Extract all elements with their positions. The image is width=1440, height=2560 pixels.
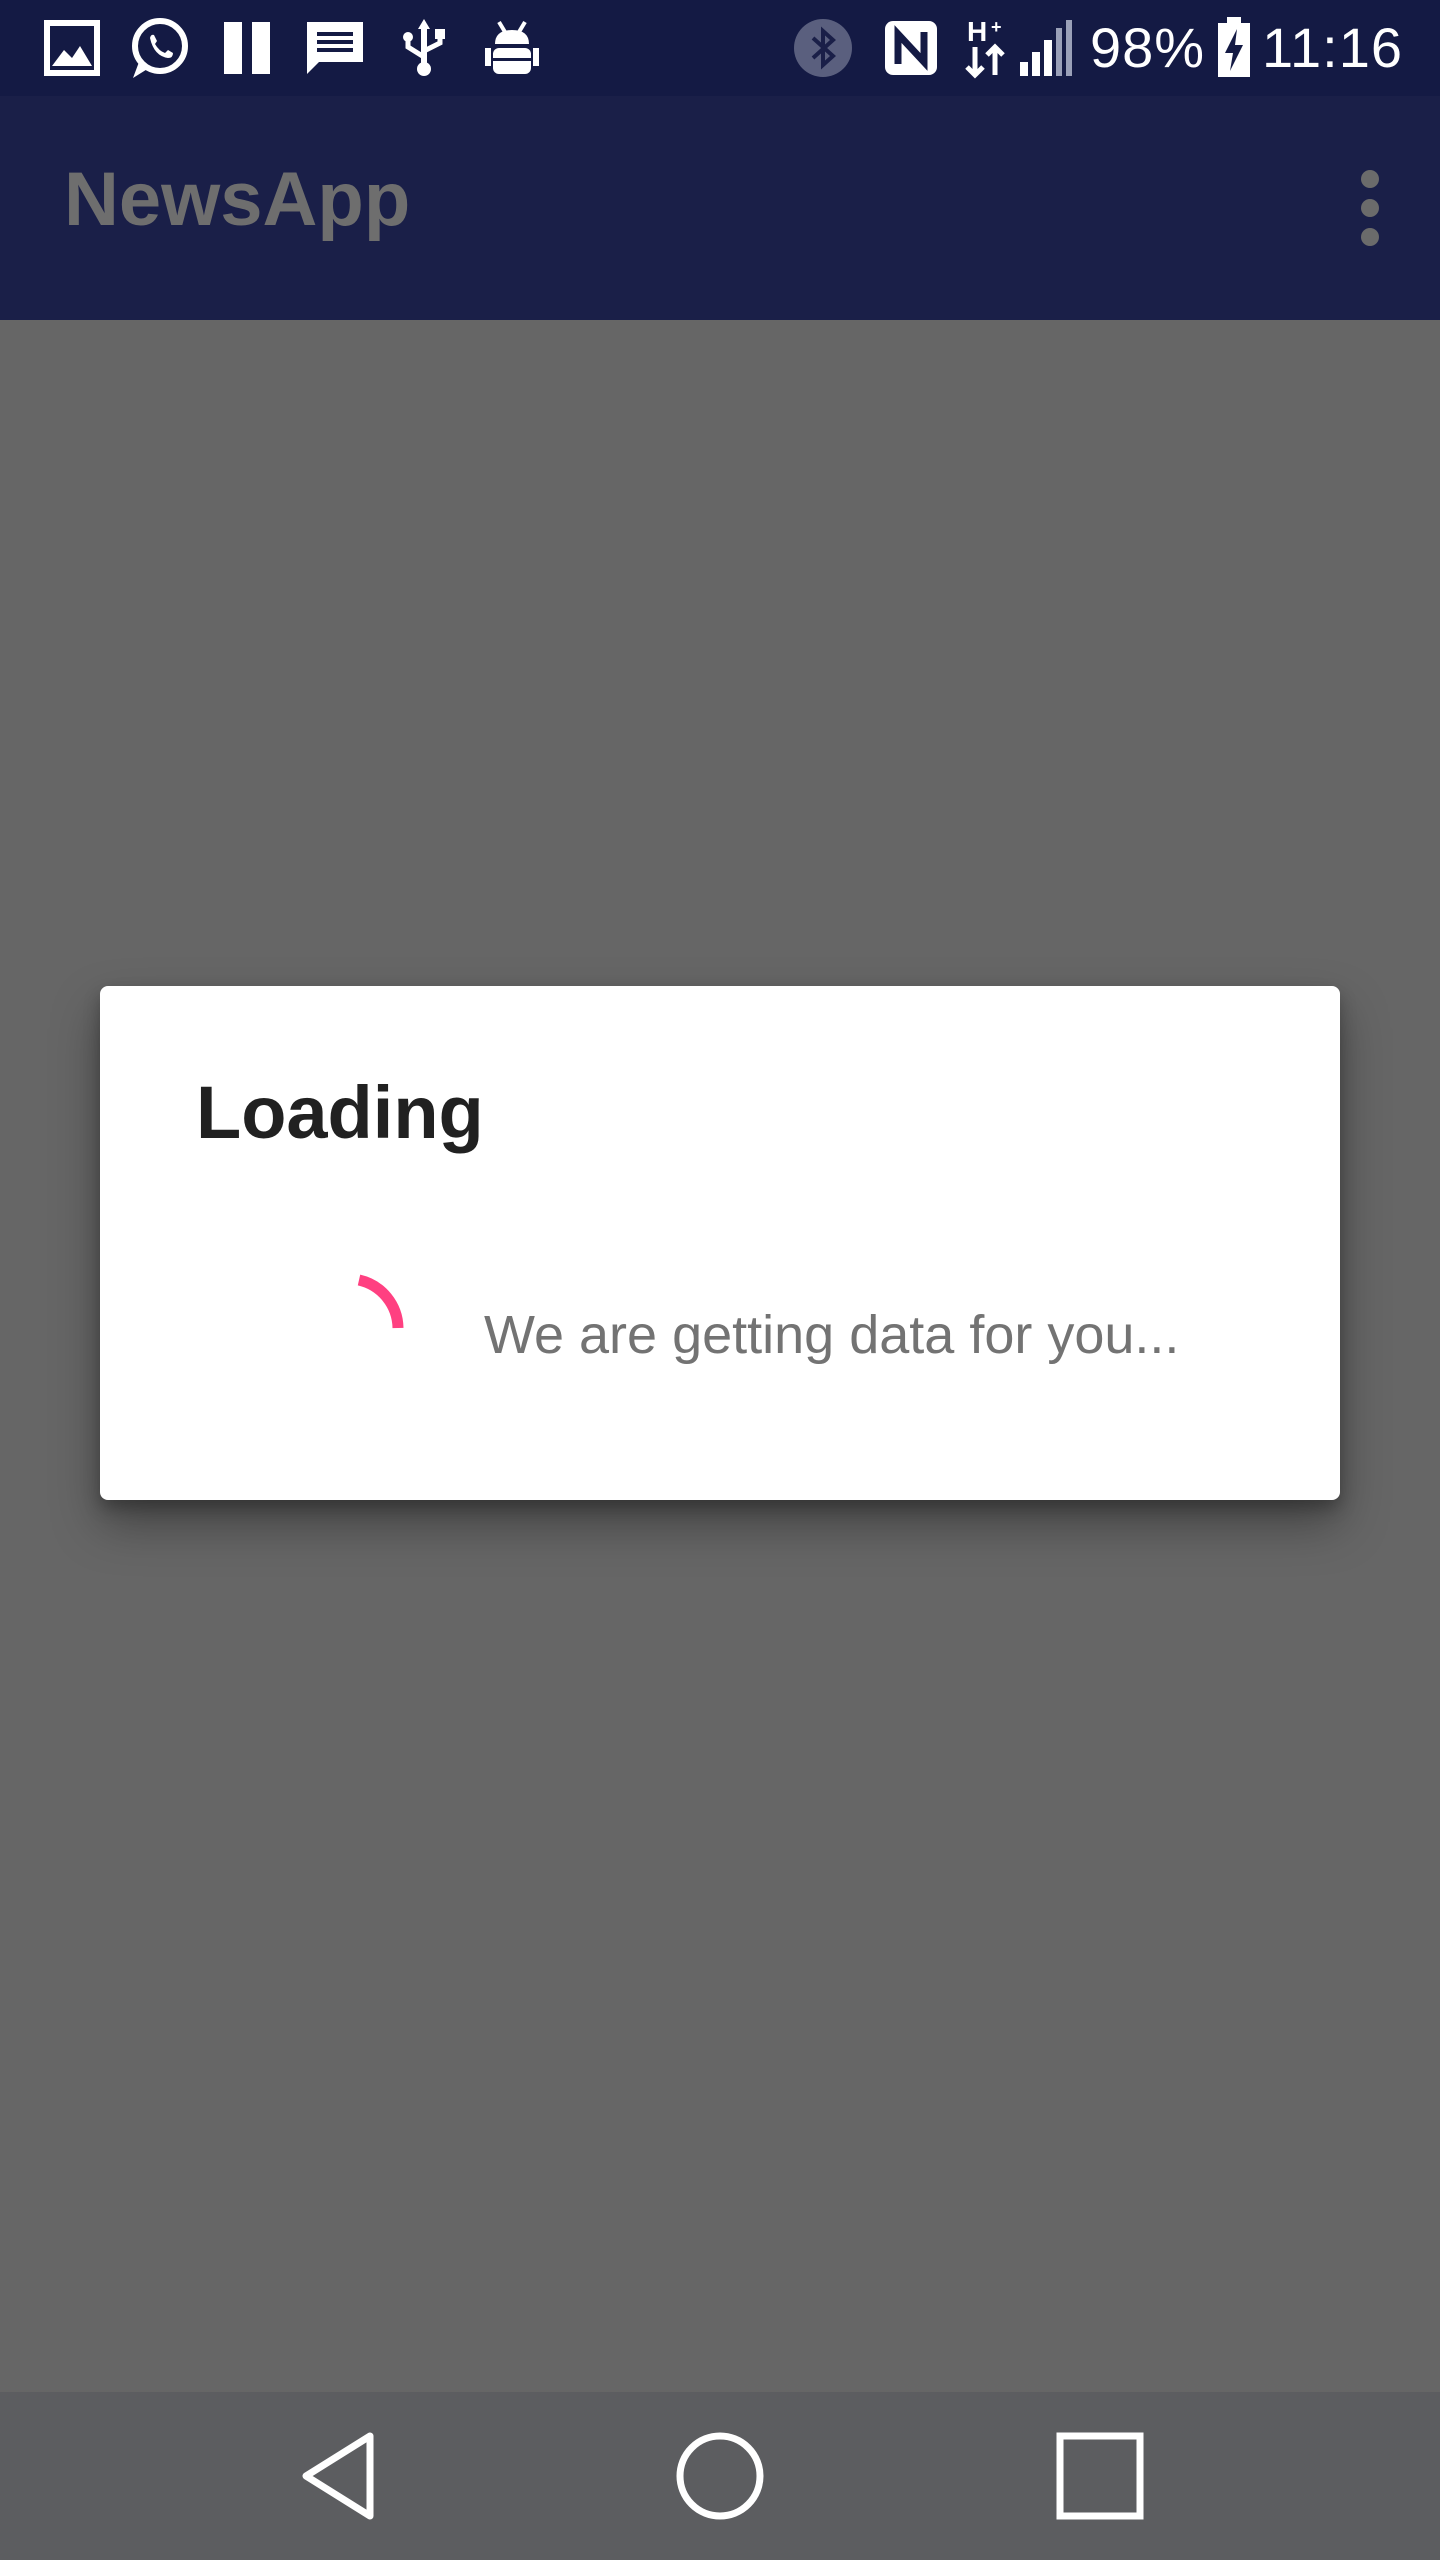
usb-icon: [398, 18, 450, 78]
status-bar: H + 98% 11:16: [0, 0, 1440, 96]
navigation-bar: [0, 2392, 1440, 2560]
pause-icon: [220, 18, 276, 78]
bluetooth-icon: [792, 18, 854, 78]
nfc-icon: [880, 18, 942, 78]
recents-icon[interactable]: [1040, 2416, 1160, 2536]
message-icon: [304, 18, 366, 78]
home-icon[interactable]: [660, 2416, 780, 2536]
overflow-dot: [1361, 228, 1379, 246]
whatsapp-icon: [126, 18, 192, 78]
status-time: 11:16: [1262, 16, 1403, 79]
screen: H + 98% 11:16 NewsApp Loading We are get…: [0, 0, 1440, 2560]
hplus-data-icon: H +: [962, 17, 1010, 79]
more-vert-icon[interactable]: [1350, 170, 1390, 246]
battery-charging-icon: [1214, 17, 1254, 78]
overflow-dot: [1361, 170, 1379, 188]
app-title: NewsApp: [64, 157, 411, 242]
android-debug-icon: [482, 18, 542, 78]
back-icon[interactable]: [280, 2416, 400, 2536]
app-bar: NewsApp: [0, 96, 1440, 320]
signal-icon: [1016, 18, 1076, 78]
dialog-message: We are getting data for you...: [484, 1305, 1180, 1365]
dialog-title: Loading: [196, 1071, 484, 1154]
progress-spinner-icon: [270, 1246, 430, 1406]
svg-text:H: H: [967, 17, 987, 47]
gallery-icon: [42, 18, 102, 78]
loading-dialog: Loading We are getting data for you...: [100, 986, 1340, 1500]
svg-text:+: +: [991, 17, 1002, 37]
battery-percentage: 98%: [1090, 16, 1206, 79]
overflow-dot: [1361, 199, 1379, 217]
